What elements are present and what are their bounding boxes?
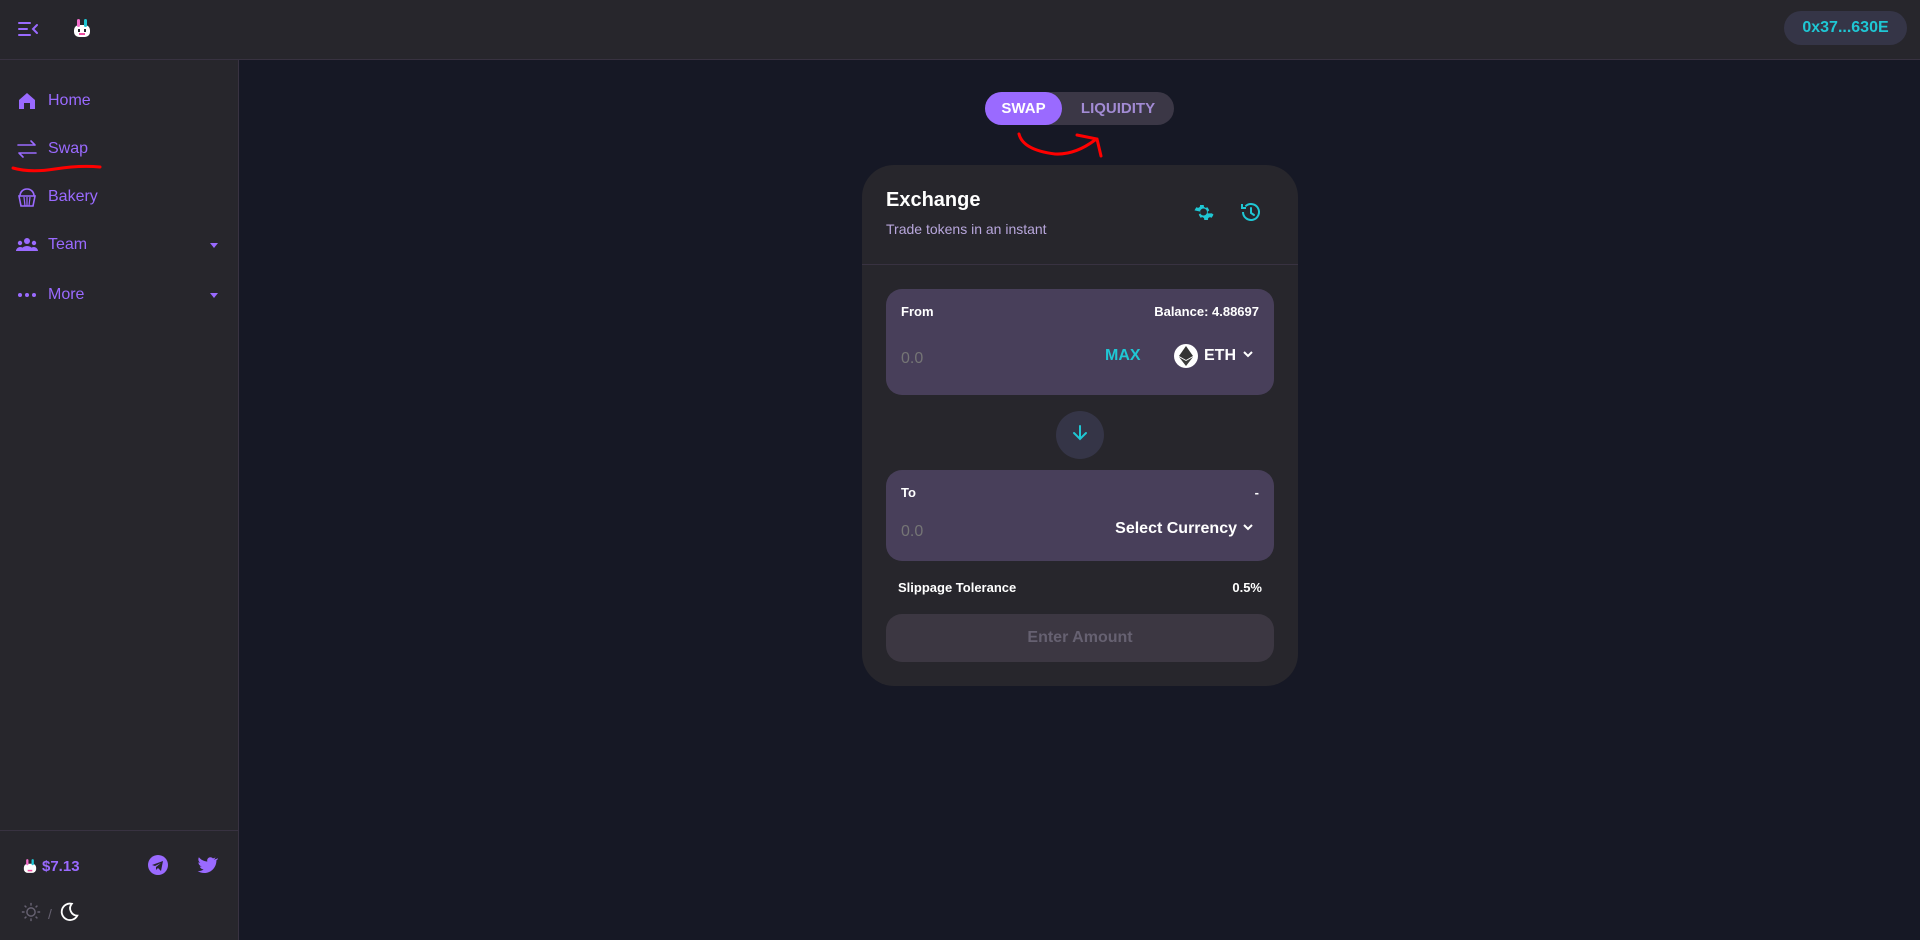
from-input-panel: From Balance: 4.88697 MAX ETH: [886, 289, 1274, 395]
telegram-icon[interactable]: [146, 853, 170, 877]
history-icon[interactable]: [1239, 200, 1263, 224]
token-price[interactable]: $7.13: [20, 856, 80, 876]
exchange-header: Exchange Trade tokens in an instant: [862, 165, 1298, 265]
sidebar-item-label: Home: [48, 92, 91, 109]
eth-icon: [1174, 344, 1198, 368]
settings-gear-icon[interactable]: [1191, 200, 1215, 224]
to-amount-input[interactable]: [901, 520, 1051, 544]
wallet-address-button[interactable]: 0x37...630E: [1784, 11, 1907, 45]
exchange-subtitle: Trade tokens in an instant: [886, 221, 1047, 237]
chevron-down-icon: [210, 292, 218, 298]
to-balance: -: [1254, 485, 1259, 500]
top-bar: 0x37...630E: [0, 0, 1920, 60]
arrow-down-icon: [1070, 423, 1090, 448]
home-icon: [15, 89, 39, 113]
theme-toggle[interactable]: /: [20, 901, 80, 926]
twitter-icon[interactable]: [194, 853, 219, 877]
theme-separator: /: [48, 905, 52, 922]
sidebar-item-home[interactable]: Home: [0, 77, 238, 125]
moon-icon: [58, 901, 80, 926]
to-input-panel: To - Select Currency: [886, 470, 1274, 561]
from-token-label: ETH: [1204, 347, 1236, 364]
chevron-down-icon: [210, 242, 218, 248]
sidebar-item-label: More: [48, 286, 85, 303]
from-balance: Balance: 4.88697: [1154, 304, 1259, 319]
sidebar-item-label: Team: [48, 236, 88, 253]
exchange-title: Exchange: [886, 189, 981, 211]
tab-swap[interactable]: SWAP: [985, 92, 1062, 125]
sun-icon: [20, 901, 42, 926]
to-label: To: [901, 485, 916, 500]
slippage-label: Slippage Tolerance: [898, 580, 1017, 595]
sidebar-footer: $7.13 /: [0, 830, 238, 940]
sidebar-item-swap[interactable]: Swap: [0, 125, 238, 173]
more-icon: [15, 283, 39, 307]
select-currency-button[interactable]: Select Currency: [1115, 520, 1254, 538]
tab-liquidity[interactable]: LIQUIDITY: [1062, 92, 1174, 125]
sidebar-item-label: Bakery: [48, 188, 98, 205]
bunny-logo-icon[interactable]: [69, 15, 95, 41]
swap-icon: [15, 137, 39, 161]
max-button[interactable]: MAX: [1105, 347, 1141, 365]
swap-liquidity-tabs: SWAP LIQUIDITY: [985, 92, 1174, 125]
token-price-value: $7.13: [42, 857, 80, 875]
chevron-down-icon: [1242, 347, 1254, 365]
switch-direction-button[interactable]: [1056, 411, 1104, 459]
arrow-annotation: [1017, 132, 1103, 158]
chevron-down-icon: [1242, 520, 1254, 538]
enter-amount-button[interactable]: Enter Amount: [886, 614, 1274, 662]
exchange-card: Exchange Trade tokens in an instant From…: [862, 165, 1298, 686]
from-amount-input[interactable]: [901, 347, 1051, 371]
bunny-logo-icon: [20, 856, 40, 876]
cupcake-icon: [15, 185, 39, 209]
sidebar-item-team[interactable]: Team: [0, 221, 238, 269]
team-icon: [15, 233, 39, 257]
slippage-value[interactable]: 0.5%: [1232, 580, 1262, 595]
sidebar-item-label: Swap: [48, 140, 89, 157]
menu-collapse-icon[interactable]: [16, 17, 40, 41]
sidebar: Home Swap Bakery Team More $7.13 /: [0, 60, 239, 940]
from-token-select[interactable]: ETH: [1174, 344, 1254, 368]
from-label: From: [901, 304, 934, 319]
sidebar-item-more[interactable]: More: [0, 271, 238, 319]
select-currency-label: Select Currency: [1115, 520, 1237, 537]
sidebar-item-bakery[interactable]: Bakery: [0, 173, 238, 221]
